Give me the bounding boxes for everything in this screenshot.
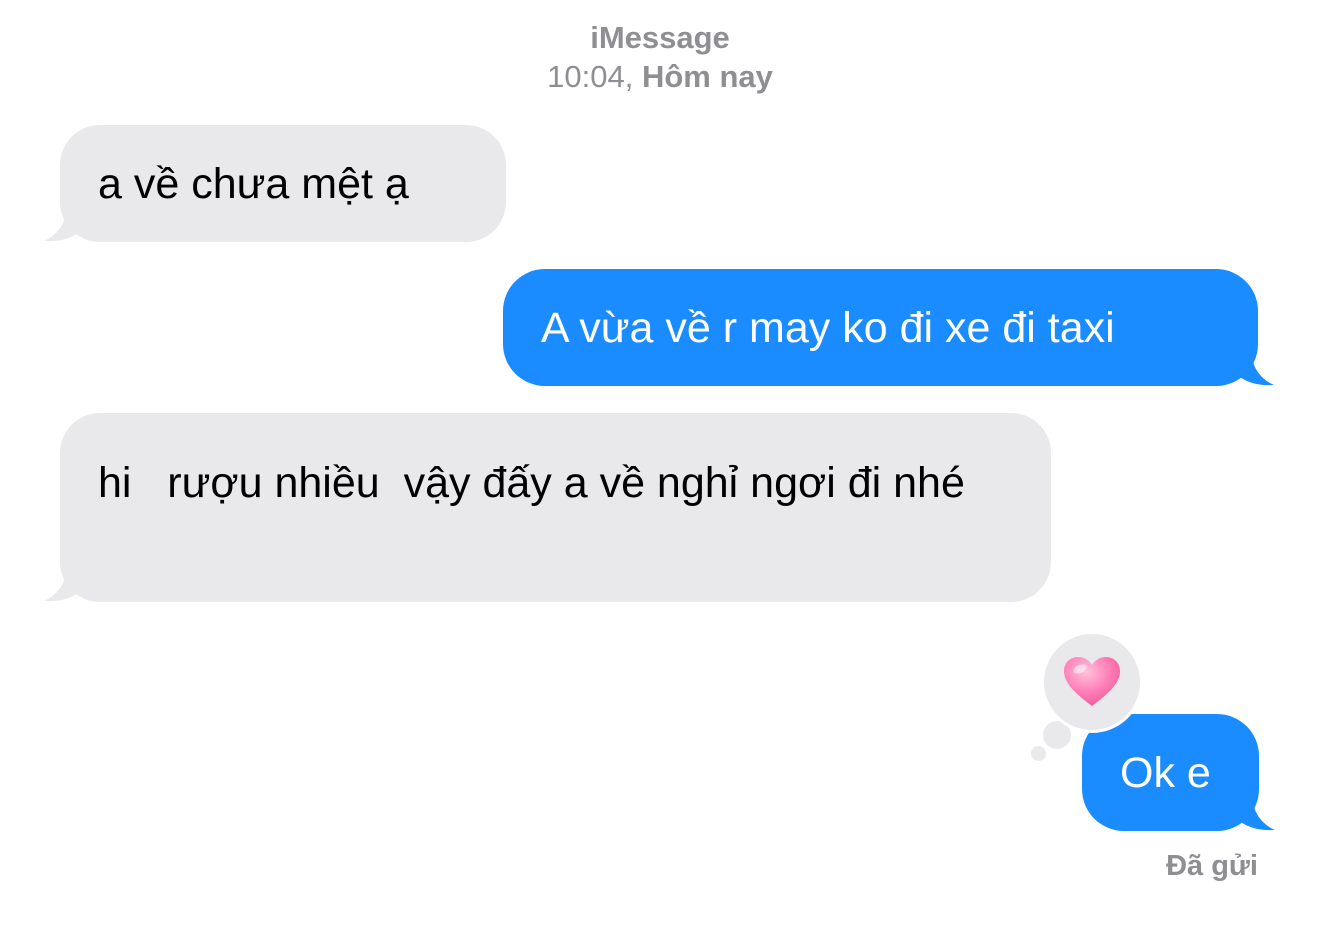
received-message-bubble[interactable]: hi rượu nhiều vậy đấy a về nghỉ ngơi đi … (44, 413, 1051, 602)
timestamp-day: Hôm nay (641, 59, 773, 94)
message-text: A vừa về r may ko đi xe đi taxi (541, 304, 1115, 352)
message-text: hi rượu nhiều vậy đấy a về nghỉ ngơi đi … (98, 459, 965, 507)
received-message-bubble[interactable]: a về chưa mệt ạ (44, 125, 506, 242)
sent-message-bubble[interactable]: A vừa về r may ko đi xe đi taxi (503, 269, 1274, 386)
reaction-dot-small (1031, 746, 1046, 761)
bubble-tail-right (1236, 354, 1274, 386)
bubble-tail-right (1237, 799, 1275, 831)
message-text: Ok e (1120, 749, 1211, 797)
heart-icon (1064, 657, 1120, 706)
sent-message-bubble[interactable]: Ok e (1082, 714, 1275, 831)
bubble-tail-left (44, 570, 82, 602)
bubble-tail-left (44, 210, 82, 242)
timestamp-time: 10:04, (547, 59, 634, 94)
reaction-bubble[interactable] (1041, 631, 1143, 733)
delivery-status: Đã gửi (1166, 850, 1258, 882)
message-text: a về chưa mệt ạ (98, 160, 409, 208)
conversation-service-label: iMessage (590, 20, 730, 55)
conversation-timestamp: 10:04, Hôm nay (0, 58, 1320, 96)
